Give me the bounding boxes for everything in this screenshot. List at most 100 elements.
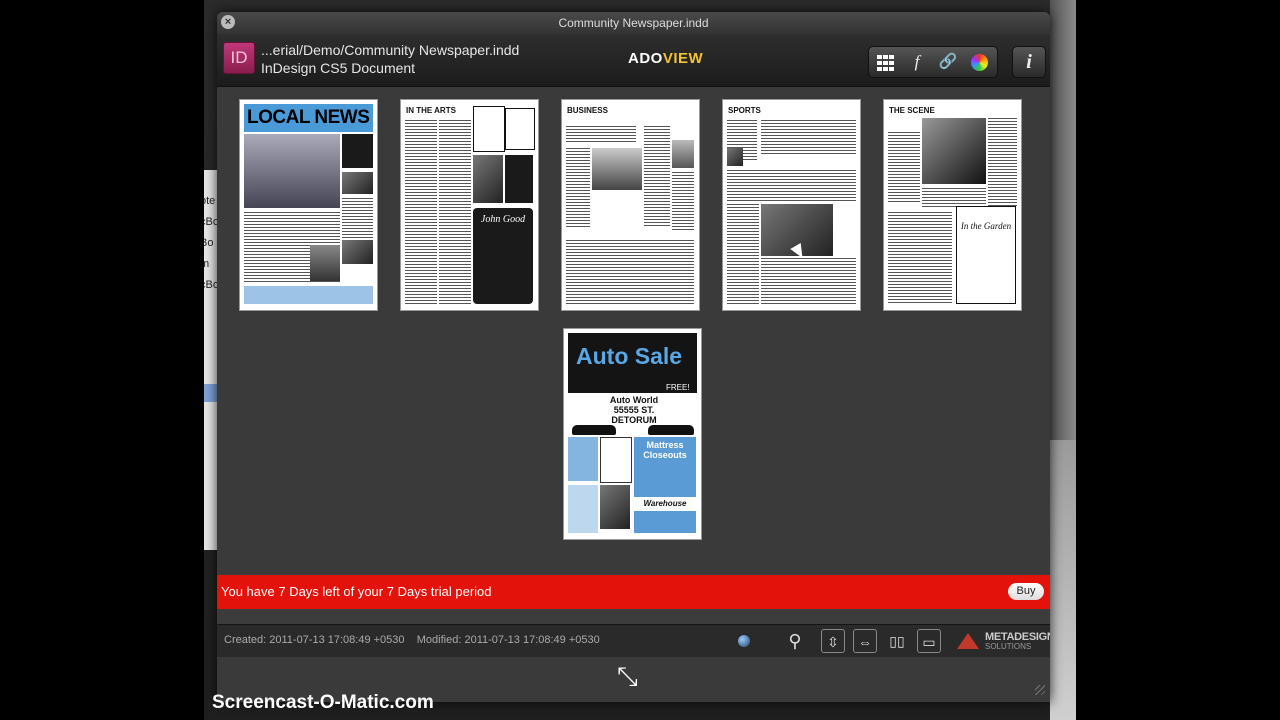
color-wheel-icon (970, 54, 988, 72)
grid-view-button[interactable] (871, 47, 901, 77)
garden-ad: In the Garden (956, 206, 1016, 304)
article-text (888, 212, 952, 304)
page-thumbnail[interactable]: IN THE ARTS John Good (400, 99, 539, 311)
created-date: Created: 2011-07-13 17:08:49 +0530 (224, 634, 405, 646)
bg-fragment: cBo (204, 279, 218, 291)
dog-photo (473, 155, 503, 203)
ad-line: Auto World (609, 395, 659, 405)
single-page-icon[interactable]: ▭ (917, 629, 941, 653)
article-text (727, 204, 759, 304)
dog-photo (600, 485, 630, 529)
page-thumbnail[interactable]: THE SCENE In the Garden (883, 99, 1022, 311)
grid-icon (877, 54, 895, 71)
metadesign-sub: SOLUTIONS (985, 642, 1032, 651)
status-bar: Created: 2011-07-13 17:08:49 +0530 Modif… (217, 624, 1050, 657)
photo (342, 240, 373, 264)
airplane-photo (244, 134, 340, 208)
page-thumbnail[interactable]: BUSINESS (561, 99, 700, 311)
document-path: ...erial/Demo/Community Newspaper.indd (261, 42, 520, 58)
warehouse-label: Warehouse (643, 499, 687, 508)
ad-box (600, 437, 632, 483)
page-headline: THE SCENE (889, 106, 935, 115)
bg-fragment: cBo (204, 216, 218, 228)
trial-message: You have 7 Days left of your 7 Days tria… (221, 584, 492, 599)
fit-width-icon[interactable]: ⇔ (853, 629, 877, 653)
ad-line: DETORUM (611, 415, 657, 425)
page-thumbnail[interactable]: Auto Sale FREE! Auto World 55555 ST. DET… (563, 328, 702, 540)
screen: i ote cBo Bo m cBo × Community Newspaper… (0, 0, 1280, 720)
portrait-photo (922, 118, 986, 184)
page-thumbnail[interactable]: LOCAL NEWS (239, 99, 378, 311)
article-text (761, 258, 856, 304)
colors-button[interactable] (964, 47, 994, 77)
document-header: ID ...erial/Demo/Community Newspaper.ind… (217, 34, 1050, 87)
resize-grip[interactable] (1035, 685, 1045, 695)
free-label: FREE! (666, 383, 690, 392)
article-text (727, 170, 856, 202)
portrait-photo (310, 245, 340, 281)
bg-fragment: ote (204, 195, 216, 207)
book-view-icon[interactable]: ▯▯ (885, 629, 909, 653)
page-grid: LOCAL NEWS IN THE ARTS John Good BUSINES… (217, 87, 1050, 577)
ad-line: 55555 ST. (613, 405, 655, 415)
page-headline: Auto Sale (576, 343, 683, 369)
portrait-photo (727, 148, 743, 166)
ad-box (634, 511, 696, 533)
page-headline: BUSINESS (567, 106, 608, 115)
bg-selection (204, 384, 218, 402)
page-headline: LOCAL NEWS (244, 104, 373, 132)
info-button[interactable]: i (1014, 47, 1044, 77)
article-text (888, 132, 920, 202)
bg-fragment: i (204, 170, 218, 191)
article-text (922, 188, 986, 208)
mattress-ad: Mattress Closeouts (634, 437, 696, 497)
fullscreen-icon[interactable]: ⤡ (617, 663, 638, 689)
ad-box (568, 437, 598, 481)
bg-fragment: m (204, 258, 210, 270)
sidebar-box (342, 134, 373, 168)
view-toolbar: f 🔗 (868, 46, 998, 78)
adoview-window: × Community Newspaper.indd ID ...erial/D… (217, 12, 1050, 702)
article-text (761, 120, 856, 155)
window-title: Community Newspaper.indd (558, 16, 709, 30)
zoom-search-icon[interactable]: ⚲ (783, 629, 807, 653)
document-type: InDesign CS5 Document (261, 60, 416, 76)
auto-sale-banner: Auto Sale FREE! (568, 333, 697, 393)
article-text (644, 126, 670, 226)
screencast-watermark: Screencast-O-Matic.com (212, 692, 434, 713)
buy-button[interactable]: Buy (1008, 583, 1044, 600)
photo (342, 172, 373, 194)
article-text (566, 126, 636, 144)
fonts-button[interactable]: f (902, 47, 932, 77)
fit-height-icon[interactable]: ⇳ (821, 629, 845, 653)
bg-fragment: Bo (204, 237, 214, 249)
brand-part-2: VIEW (662, 50, 704, 67)
auto-world-ad: Auto World 55555 ST. DETORUM (584, 395, 684, 425)
modified-date: Modified: 2011-07-13 17:08:49 +0530 (416, 634, 600, 646)
article-text (342, 198, 373, 238)
article-text (439, 120, 471, 305)
close-button[interactable]: × (221, 15, 235, 29)
metadesign-logo: METADESIGN SOLUTIONS (957, 631, 1050, 653)
metadesign-mark (957, 633, 979, 649)
links-button[interactable]: 🔗 (933, 47, 963, 77)
page-headline: SPORTS (728, 106, 761, 115)
title-bar[interactable]: × Community Newspaper.indd (217, 12, 1050, 34)
car-icon (572, 425, 616, 435)
page-thumbnail[interactable]: SPORTS (722, 99, 861, 311)
background-window: i ote cBo Bo m cBo (204, 170, 218, 550)
ad-box (568, 485, 598, 533)
article-text (988, 118, 1017, 208)
page-headline: IN THE ARTS (406, 106, 456, 115)
jet-photo (592, 148, 642, 190)
article-text (566, 240, 694, 304)
article-text (672, 172, 694, 232)
info-group: i (1012, 46, 1046, 78)
footer-band (244, 286, 373, 304)
timestamps: Created: 2011-07-13 17:08:49 +0530 Modif… (224, 634, 600, 646)
ad-box (505, 108, 535, 150)
globe-icon (738, 635, 750, 647)
ad-box (505, 155, 533, 203)
adoview-logo: ADOVIEW (628, 50, 703, 67)
ad-box (473, 106, 505, 152)
